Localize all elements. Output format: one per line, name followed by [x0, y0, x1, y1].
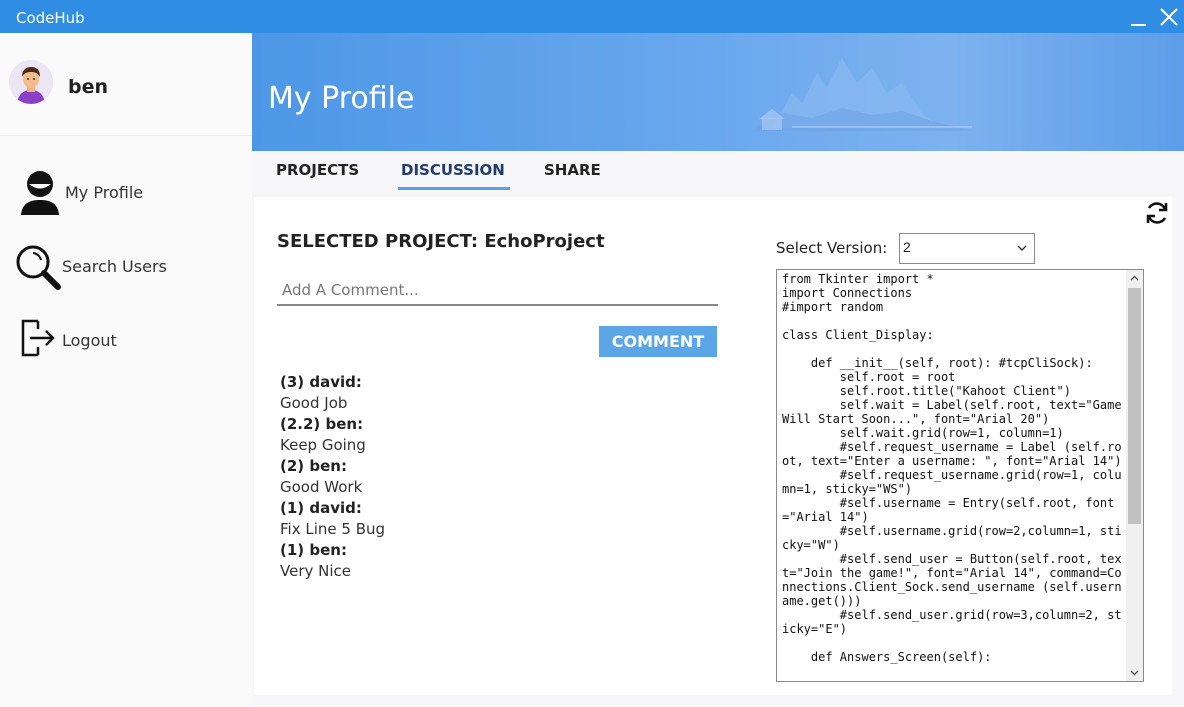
- page-title: My Profile: [268, 81, 415, 116]
- sidebar-item-label: Search Users: [62, 257, 167, 276]
- app-title: CodeHub: [16, 9, 85, 27]
- selected-project-title: SELECTED PROJECT: EchoProject: [277, 231, 605, 252]
- sidebar: ben My Profile Search Users Logout: [0, 33, 252, 707]
- title-bar: CodeHub: [0, 0, 1184, 33]
- comment-item: (1) david: Fix Line 5 Bug: [280, 498, 700, 540]
- tab-bar: PROJECTS DISCUSSION SHARE: [252, 151, 1184, 197]
- logout-icon: [20, 319, 56, 362]
- comment-item: (2) ben: Good Work: [280, 456, 700, 498]
- sidebar-item-logout[interactable]: Logout: [0, 311, 252, 371]
- scroll-thumb[interactable]: [1128, 288, 1141, 524]
- code-viewer[interactable]: from Tkinter import * import Connections…: [776, 269, 1144, 682]
- tab-discussion[interactable]: DISCUSSION: [398, 161, 510, 190]
- comment-text: Very Nice: [280, 562, 352, 580]
- user-block: ben: [0, 33, 252, 136]
- code-content: from Tkinter import * import Connections…: [782, 272, 1122, 664]
- version-label: Select Version:: [776, 239, 888, 257]
- comment-list: (3) david: Good Job (2.2) ben: Keep Goin…: [280, 372, 700, 582]
- scroll-up-icon[interactable]: [1126, 270, 1143, 287]
- comment-author: (2) ben:: [280, 457, 347, 475]
- comment-text: Good Job: [280, 394, 348, 412]
- banner-landscape-image: [752, 58, 972, 131]
- comment-item: (1) ben: Very Nice: [280, 540, 700, 582]
- user-icon: [18, 169, 62, 220]
- header-banner: My Profile: [252, 33, 1184, 151]
- sidebar-item-search-users[interactable]: Search Users: [0, 237, 252, 297]
- sidebar-item-label: Logout: [62, 331, 117, 350]
- tab-share[interactable]: SHARE: [544, 161, 601, 187]
- comment-author: (2.2) ben:: [280, 415, 364, 433]
- scroll-down-icon[interactable]: [1126, 664, 1143, 681]
- version-select-value: 2: [903, 239, 911, 255]
- comment-input[interactable]: [277, 275, 718, 306]
- comment-text: Keep Going: [280, 436, 366, 454]
- search-icon: [14, 243, 62, 296]
- tab-projects[interactable]: PROJECTS: [276, 161, 359, 187]
- comment-author: (3) david:: [280, 373, 362, 391]
- chevron-down-icon: [1017, 245, 1027, 251]
- comment-author: (1) david:: [280, 499, 362, 517]
- comment-author: (1) ben:: [280, 541, 347, 559]
- comment-text: Fix Line 5 Bug: [280, 520, 386, 538]
- version-select[interactable]: 2: [899, 233, 1035, 264]
- avatar: [9, 60, 53, 104]
- minimize-icon[interactable]: [1129, 9, 1147, 27]
- comment-item: (2.2) ben: Keep Going: [280, 414, 700, 456]
- scrollbar[interactable]: [1126, 270, 1143, 681]
- close-icon[interactable]: [1158, 6, 1180, 28]
- sidebar-item-my-profile[interactable]: My Profile: [0, 163, 252, 223]
- comment-text: Good Work: [280, 478, 363, 496]
- sidebar-item-label: My Profile: [65, 183, 144, 202]
- refresh-icon[interactable]: [1144, 200, 1170, 226]
- comment-button[interactable]: COMMENT: [599, 326, 717, 357]
- username: ben: [68, 76, 109, 98]
- comment-item: (3) david: Good Job: [280, 372, 700, 414]
